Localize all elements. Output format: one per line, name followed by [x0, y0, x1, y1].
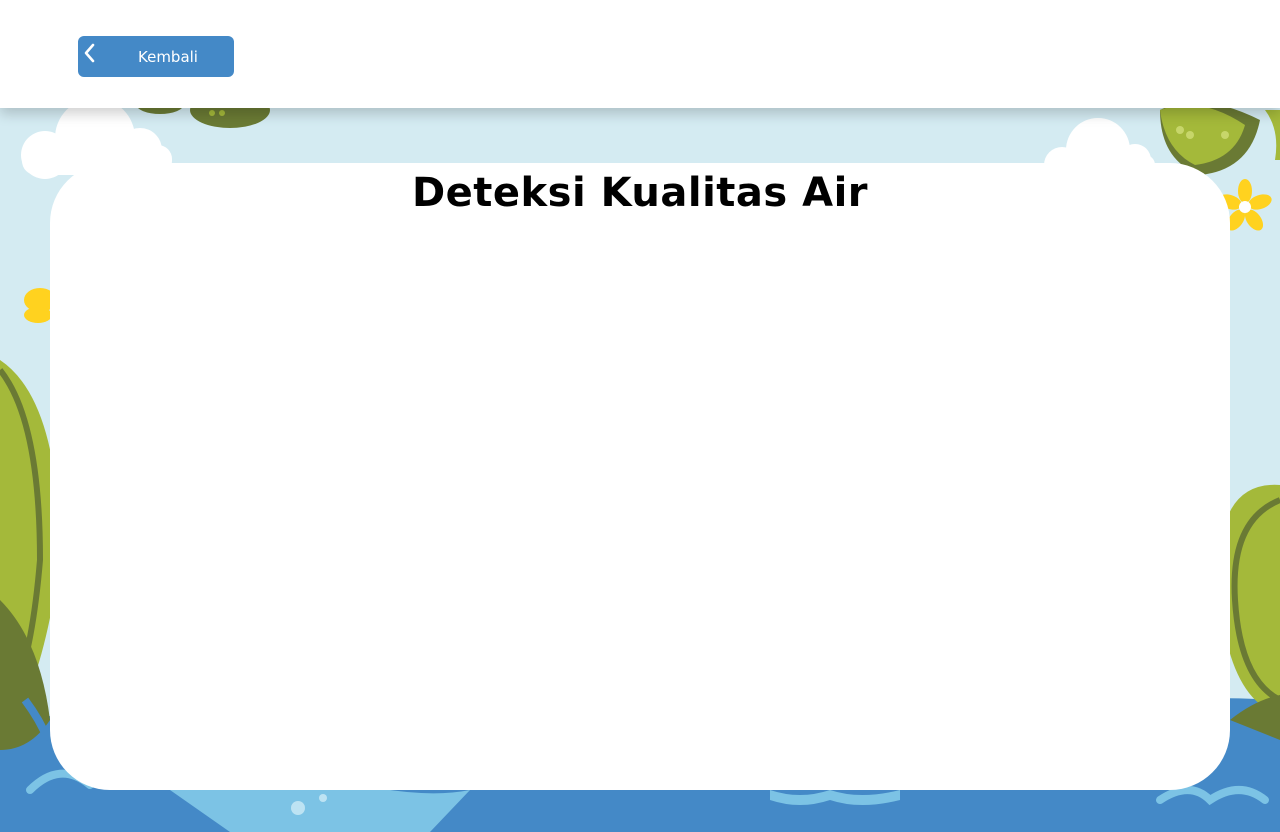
- content-card: [50, 163, 1230, 790]
- top-bar: Kembali: [0, 0, 1280, 108]
- back-button-label: Kembali: [138, 47, 198, 66]
- back-button[interactable]: Kembali: [78, 36, 234, 77]
- page-title: Deteksi Kualitas Air: [411, 170, 869, 216]
- page: Kembali Deteksi Kualitas Air: [0, 0, 1280, 832]
